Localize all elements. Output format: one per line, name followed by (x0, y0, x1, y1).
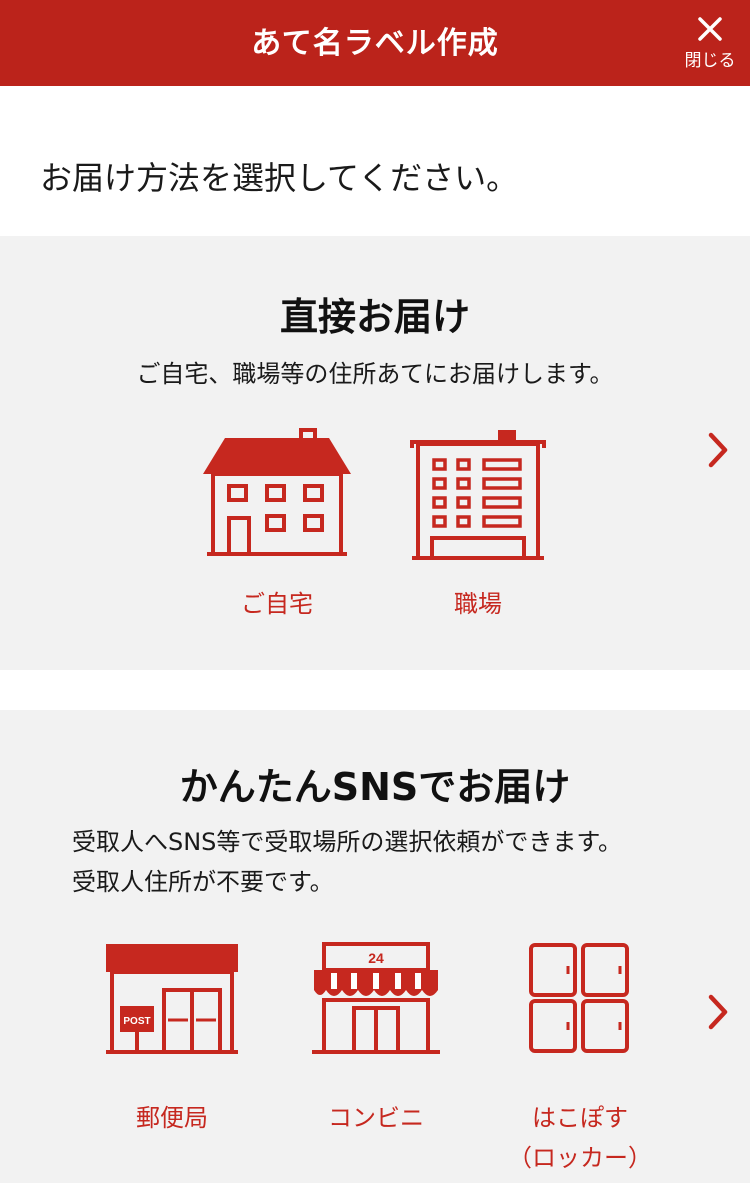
post-office-icon: POST (106, 944, 238, 1054)
option-hakopost-label-line-2: （ロッカー） (508, 1144, 652, 1172)
instruction-text: お届け方法を選択してください。 (40, 159, 519, 197)
option-hakopost-locker[interactable]: はこぽす （ロッカー） (508, 942, 652, 1182)
option-hakopost-label: はこぽす （ロッカー） (488, 1098, 672, 1178)
close-label: 閉じる (684, 51, 736, 71)
chevron-right-icon[interactable] (708, 994, 728, 1030)
option-convenience-store[interactable]: 24 コンビニ (310, 942, 442, 1142)
chevron-right-icon[interactable] (708, 432, 728, 468)
close-button[interactable]: 閉じる (678, 12, 742, 78)
option-workplace[interactable]: 職場 (410, 426, 546, 618)
sns-delivery-card[interactable]: かんたんSNSでお届け 受取人へSNS等で受取場所の選択依頼ができます。 受取人… (0, 710, 750, 1183)
post-sign-text: POST (123, 1016, 150, 1027)
close-icon (698, 17, 722, 41)
option-workplace-label: 職場 (454, 590, 502, 618)
option-post-office-label: 郵便局 (136, 1104, 208, 1132)
option-home-label: ご自宅 (241, 590, 313, 618)
sns-delivery-description: 受取人へSNS等で受取場所の選択依頼ができます。 受取人住所が不要です。 (72, 822, 622, 902)
page-title: あて名ラベル作成 (251, 26, 499, 61)
option-hakopost-label-line-1: はこぽす (532, 1104, 628, 1132)
sns-description-line-2: 受取人住所が不要です。 (72, 868, 334, 896)
app-header: あて名ラベル作成 閉じる (0, 0, 750, 86)
house-icon (203, 428, 351, 556)
store-sign-text: 24 (368, 950, 384, 966)
locker-icon (529, 943, 629, 1053)
direct-delivery-card[interactable]: 直接お届け ご自宅、職場等の住所あてにお届けします。 ご自宅 職場 (0, 236, 750, 670)
option-convenience-store-label: コンビニ (328, 1104, 424, 1132)
convenience-store-icon: 24 (312, 942, 440, 1054)
direct-delivery-title: 直接お届け (279, 295, 470, 339)
option-home[interactable]: ご自宅 (201, 426, 353, 618)
office-building-icon (410, 430, 546, 560)
option-post-office[interactable]: POST 郵便局 (104, 942, 240, 1142)
sns-delivery-title: かんたんSNSでお届け (179, 765, 571, 809)
direct-delivery-description: ご自宅、職場等の住所あてにお届けします。 (136, 360, 614, 388)
sns-description-line-1: 受取人へSNS等で受取場所の選択依頼ができます。 (72, 828, 623, 856)
